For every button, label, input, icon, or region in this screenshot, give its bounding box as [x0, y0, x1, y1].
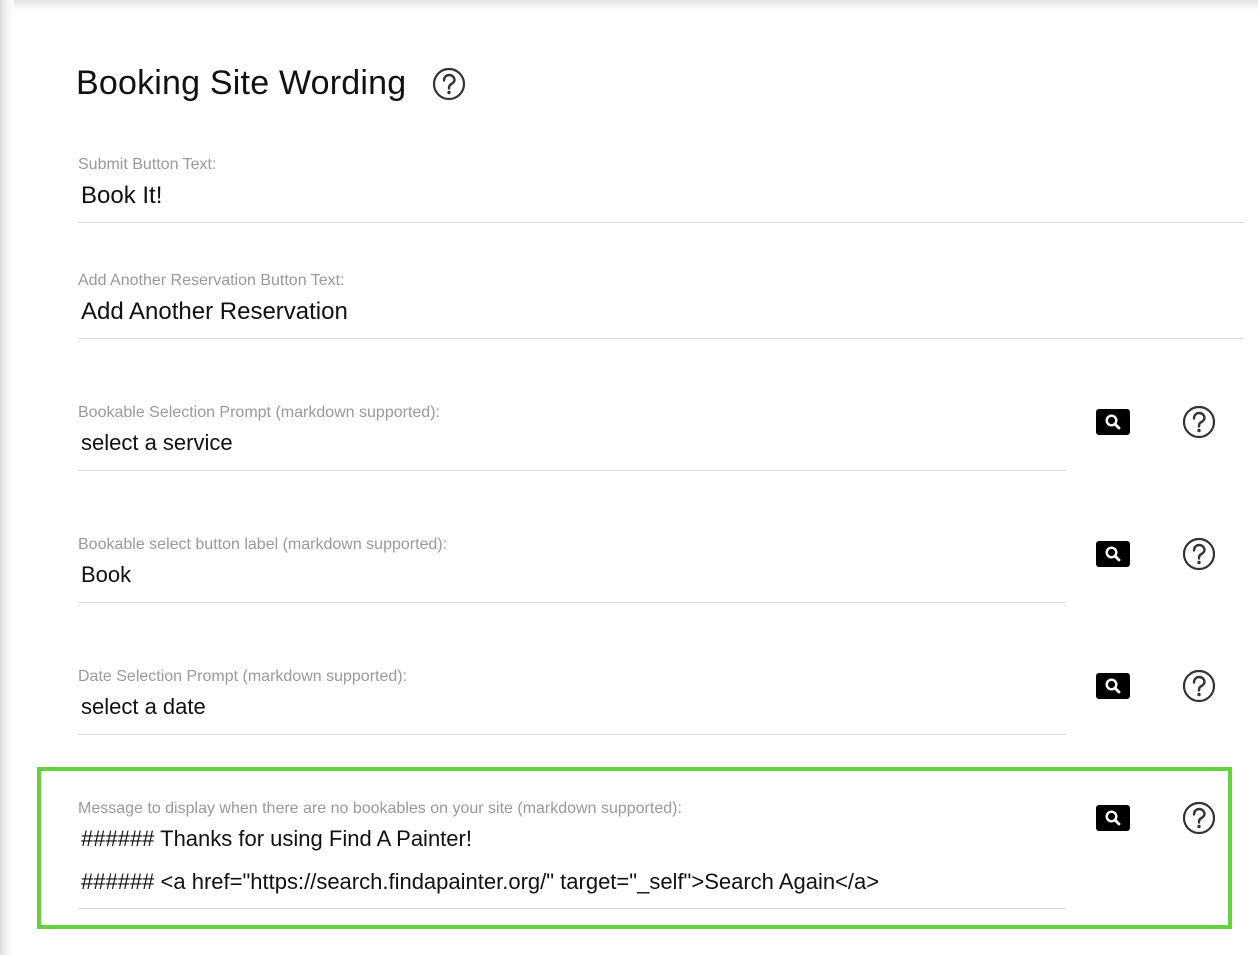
field-label: Bookable Selection Prompt (markdown supp…	[78, 404, 440, 421]
magnifier-icon[interactable]	[1096, 409, 1130, 435]
no-bookables-message-actions	[1096, 801, 1216, 835]
section-title: Booking Site Wording	[76, 64, 407, 102]
magnifier-icon[interactable]	[1096, 673, 1130, 699]
bookable-select-button-label-actions	[1096, 537, 1216, 571]
page-shadow-top	[0, 0, 1258, 10]
submit-button-text-field[interactable]: Submit Button Text: Book It!	[78, 156, 1244, 223]
help-circle-icon[interactable]	[1182, 537, 1216, 571]
help-circle-icon[interactable]	[1182, 405, 1216, 439]
add-another-reservation-text-field[interactable]: Add Another Reservation Button Text: Add…	[78, 272, 1244, 339]
add-another-reservation-text-input[interactable]: Add Another Reservation	[78, 298, 1244, 326]
field-label: Date Selection Prompt (markdown supporte…	[78, 668, 408, 685]
submit-button-text-input[interactable]: Book It!	[78, 182, 1244, 210]
bookable-select-button-label-input[interactable]: Book	[78, 562, 1066, 588]
no-bookables-message-field[interactable]: Message to display when there are no boo…	[78, 800, 1066, 909]
date-selection-prompt-actions	[1096, 669, 1216, 703]
field-underline	[78, 338, 1244, 339]
date-selection-prompt-field[interactable]: Date Selection Prompt (markdown supporte…	[78, 668, 1066, 735]
field-underline	[78, 908, 1066, 909]
magnifier-icon[interactable]	[1096, 805, 1130, 831]
section-header: Booking Site Wording	[76, 64, 466, 103]
field-label: Add Another Reservation Button Text:	[78, 272, 345, 289]
bookable-selection-prompt-input[interactable]: select a service	[78, 430, 1066, 456]
bookable-selection-prompt-field[interactable]: Bookable Selection Prompt (markdown supp…	[78, 404, 1066, 471]
field-label: Message to display when there are no boo…	[78, 800, 682, 817]
field-underline	[78, 734, 1066, 735]
help-circle-icon[interactable]	[1182, 801, 1216, 835]
page-shadow-left	[0, 0, 14, 955]
bookable-selection-prompt-actions	[1096, 405, 1216, 439]
help-circle-icon[interactable]	[432, 67, 466, 101]
field-underline	[78, 470, 1066, 471]
field-label: Bookable select button label (markdown s…	[78, 536, 448, 553]
field-underline	[78, 222, 1244, 223]
no-bookables-message-line-1[interactable]: ###### Thanks for using Find A Painter!	[78, 826, 1066, 852]
date-selection-prompt-input[interactable]: select a date	[78, 694, 1066, 720]
help-circle-icon[interactable]	[1182, 669, 1216, 703]
field-label: Submit Button Text:	[78, 156, 217, 173]
field-underline	[78, 602, 1066, 603]
magnifier-icon[interactable]	[1096, 541, 1130, 567]
no-bookables-message-line-2[interactable]: ###### <a href="https://search.findapain…	[78, 869, 1066, 895]
bookable-select-button-label-field[interactable]: Bookable select button label (markdown s…	[78, 536, 1066, 603]
booking-site-wording-panel: Booking Site Wording Submit Button Text:…	[14, 10, 1258, 955]
